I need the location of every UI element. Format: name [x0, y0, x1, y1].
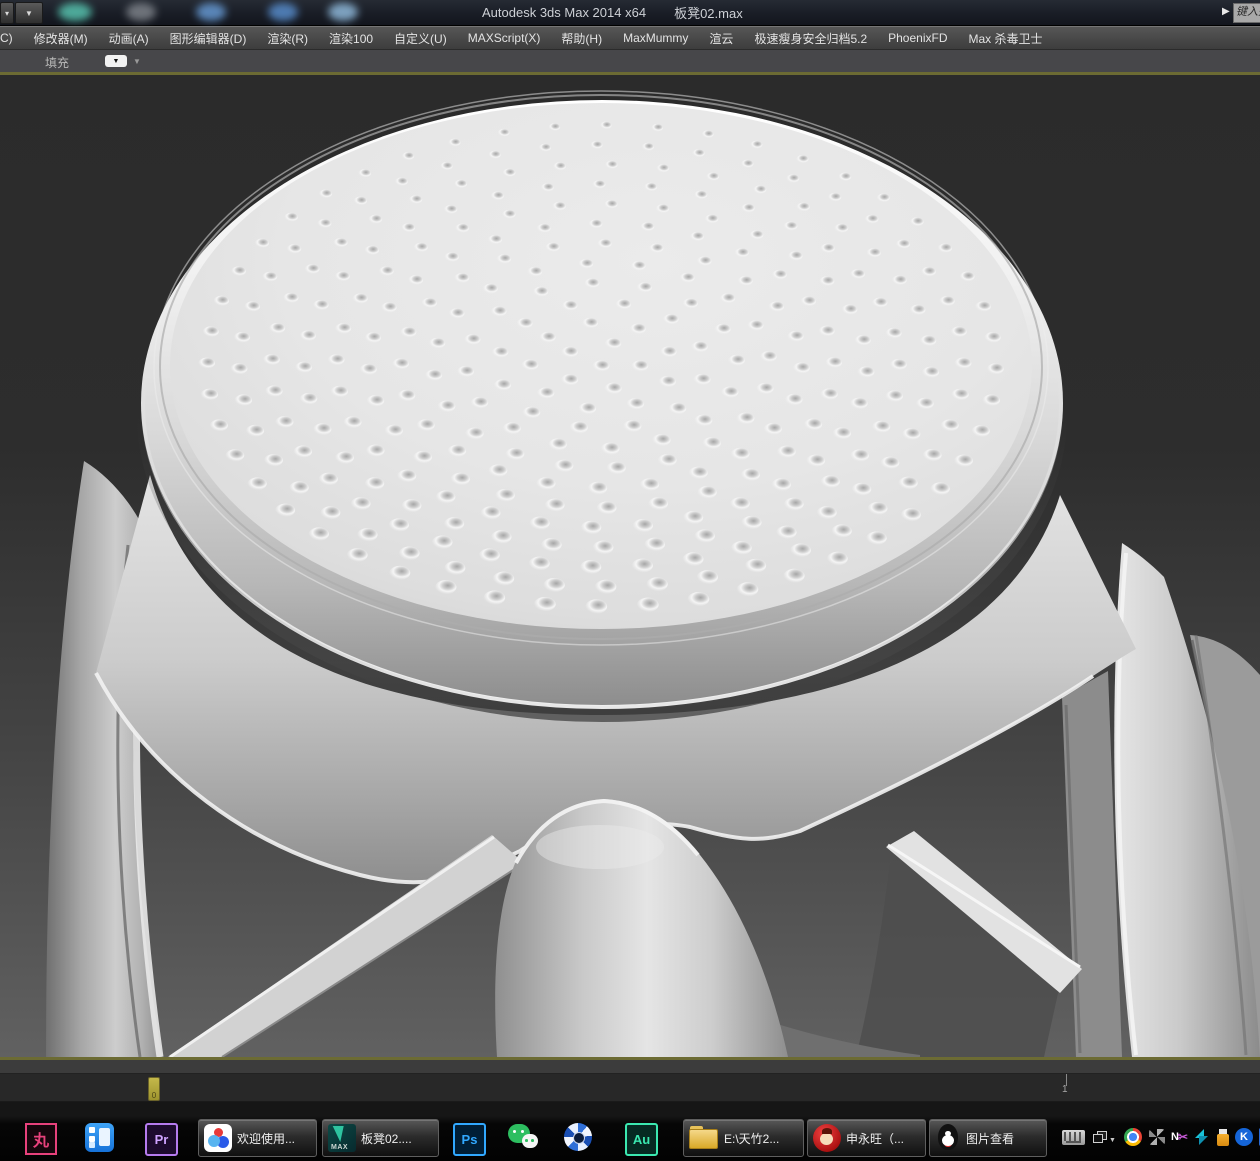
windows-taskbar: 丸 Pr 欢迎使用... 板凳02.... Ps Au E:\天竹2... 申永… [0, 1116, 1260, 1161]
menu-item-slim-archive[interactable]: 极速瘦身安全归档5.2 [754, 30, 867, 47]
folder-icon [689, 1126, 719, 1150]
sync-arrows-icon[interactable] [1194, 1129, 1210, 1145]
menu-item-modifiers[interactable]: 修改器(M) [34, 30, 88, 47]
perspective-viewport[interactable] [0, 75, 1260, 1057]
usb-device-icon[interactable] [1217, 1129, 1229, 1146]
quick-access-mini-button[interactable]: ▾ [0, 2, 14, 24]
menu-item-customize[interactable]: 自定义(U) [394, 30, 447, 47]
aperture-icon [564, 1123, 592, 1151]
3dsmax-icon [328, 1124, 356, 1152]
title-bar: ▾ ▼ Autodesk 3ds Max 2014 x64 板凳02.max ▶… [0, 0, 1260, 26]
time-slider-handle[interactable]: 0 [148, 1077, 160, 1101]
taskbar-window-image-viewer[interactable]: 图片查看 [929, 1119, 1047, 1157]
taskbar-icon-audition[interactable]: Au [625, 1123, 658, 1156]
taskbar-window-contact[interactable]: 申永旺（... [807, 1119, 926, 1157]
quick-toolbar-icon[interactable] [126, 3, 156, 21]
app-title: Autodesk 3ds Max 2014 x64 [482, 5, 646, 20]
window-title: Autodesk 3ds Max 2014 x64 板凳02.max [482, 0, 743, 25]
taskbar-icon-premiere[interactable]: Pr [145, 1123, 178, 1156]
document-name: 板凳02.max [674, 3, 743, 22]
qq-penguin-icon [935, 1123, 961, 1153]
quick-toolbar-icon[interactable] [196, 3, 226, 21]
taskbar-window-label: 图片查看 [966, 1130, 1014, 1147]
menu-item-animation[interactable]: 动画(A) [109, 30, 149, 47]
baidu-netdisk-icon [204, 1124, 232, 1152]
stool-render [0, 75, 1260, 1057]
remote-helper-icon[interactable] [1149, 1129, 1165, 1145]
menu-item-phoenixfd[interactable]: PhoenixFD [888, 31, 947, 45]
frame-tick-label: 1 [1062, 1084, 1068, 1095]
chrome-icon[interactable] [1124, 1128, 1142, 1146]
track-bar[interactable]: 0 1 [0, 1074, 1260, 1102]
keyboard-input-icon[interactable] [1062, 1130, 1085, 1145]
quick-toolbar-icon[interactable] [58, 3, 92, 21]
taskbar-window-label: 申永旺（... [846, 1130, 904, 1147]
taskbar-window-baidu-netdisk[interactable]: 欢迎使用... [198, 1119, 317, 1157]
tray-expand-caret-icon[interactable]: ▼ [1109, 1137, 1116, 1144]
menu-item-graph-editors[interactable]: 图形编辑器(D) [170, 30, 247, 47]
menu-bar: C) 修改器(M) 动画(A) 图形编辑器(D) 渲染(R) 渲染100 自定义… [0, 26, 1260, 50]
wechat-icon [508, 1123, 540, 1153]
wan-app-icon: 丸 [25, 1123, 57, 1155]
fill-dropdown-widget[interactable]: ▼ [105, 55, 127, 67]
taskbar-icon-wechat[interactable] [508, 1123, 540, 1153]
photoshop-icon: Ps [453, 1123, 486, 1156]
menu-item-rendering[interactable]: 渲染(R) [267, 30, 308, 47]
taskbar-window-3dsmax[interactable]: 板凳02.... [322, 1119, 439, 1157]
taskbar-icon-wan-app[interactable]: 丸 [25, 1123, 57, 1155]
system-tray: ▼ N✂ K [1062, 1128, 1260, 1146]
taskbar-window-explorer[interactable]: E:\天竹2... [683, 1119, 804, 1157]
quick-toolbar-icon[interactable] [328, 3, 358, 21]
taskbar-window-label: 板凳02.... [361, 1130, 412, 1147]
contact-avatar-icon [813, 1124, 841, 1152]
window-bottom-gap [0, 1102, 1260, 1116]
premiere-icon: Pr [145, 1123, 178, 1156]
menu-item-xuanyun[interactable]: 渲云 [709, 30, 733, 47]
window-switcher-icon[interactable] [1093, 1131, 1107, 1143]
chevron-down-icon[interactable]: ▼ [133, 57, 141, 66]
menu-item-max-antivirus[interactable]: Max 杀毒卫士 [969, 30, 1043, 47]
taskbar-icon-photoshop[interactable]: Ps [453, 1123, 486, 1156]
screenshot-clipper-icon[interactable]: N✂ [1171, 1130, 1188, 1144]
taskbar-window-label: E:\天竹2... [724, 1130, 779, 1147]
film-editor-icon [85, 1123, 114, 1152]
infocenter-expand-icon[interactable]: ▶ [1222, 6, 1230, 17]
viewport-bottom-strip [0, 1060, 1260, 1074]
audition-icon: Au [625, 1123, 658, 1156]
menu-item-create-partial[interactable]: C) [0, 31, 13, 45]
menu-item-maxscript[interactable]: MAXScript(X) [468, 31, 541, 45]
prompt-row: 填充 ▼ ▼ [0, 50, 1260, 75]
menu-item-render100[interactable]: 渲染100 [329, 30, 373, 47]
menu-item-maxmummy[interactable]: MaxMummy [623, 31, 688, 45]
taskbar-window-label: 欢迎使用... [237, 1130, 295, 1147]
fill-label: 填充 [45, 54, 69, 71]
infocenter-search-input[interactable]: 键入关 [1233, 3, 1260, 23]
quick-toolbar-icon[interactable] [268, 3, 298, 21]
kugou-music-icon[interactable]: K [1235, 1128, 1253, 1146]
quick-access-dropdown-button[interactable]: ▼ [15, 2, 43, 24]
taskbar-icon-aperture-app[interactable] [564, 1123, 592, 1151]
taskbar-icon-video-editor[interactable] [85, 1123, 114, 1152]
menu-item-help[interactable]: 帮助(H) [561, 30, 602, 47]
